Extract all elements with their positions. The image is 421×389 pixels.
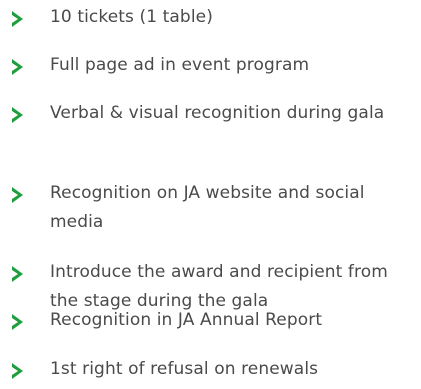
benefit-label: Full page ad in event program	[50, 55, 310, 75]
chevron-right-icon	[11, 11, 24, 27]
chevron-right-icon	[11, 107, 24, 123]
chevron-right-icon	[11, 59, 24, 75]
chevron-right-icon	[11, 363, 24, 379]
benefit-label: Recognition in JA Annual Report	[50, 310, 323, 330]
chevron-right-icon	[11, 314, 24, 330]
benefit-label: 10 tickets (1 table)	[50, 7, 213, 27]
benefit-label: Recognition on JA website and social med…	[50, 183, 365, 232]
benefit-label: 1st right of refusal on renewals	[50, 359, 319, 379]
benefit-label: Verbal & visual recognition during gala	[50, 103, 385, 123]
chevron-right-icon	[11, 187, 24, 203]
chevron-right-icon	[11, 266, 24, 282]
